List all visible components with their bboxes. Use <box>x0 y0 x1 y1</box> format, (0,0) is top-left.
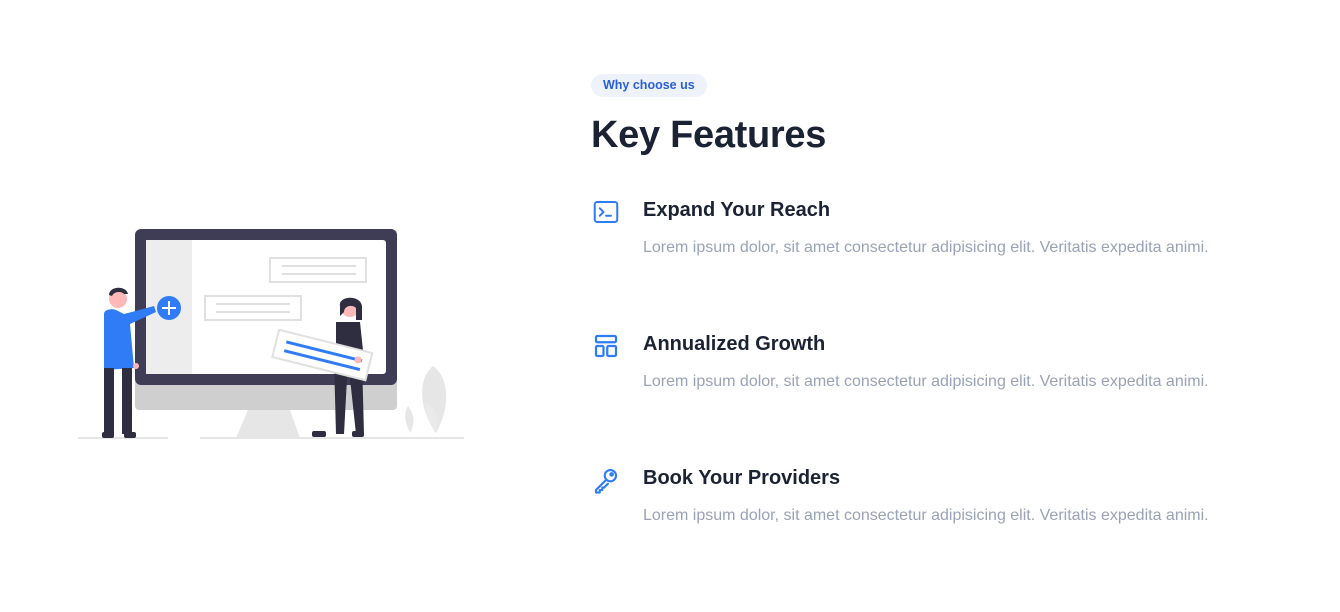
features-content: Why choose us Key Features Expand Your R… <box>591 74 1251 599</box>
feature-title: Annualized Growth <box>643 333 826 355</box>
feature-description: Lorem ipsum dolor, sit amet consectetur … <box>643 507 1209 524</box>
terminal-icon <box>591 197 623 229</box>
key-icon <box>591 465 623 497</box>
feature-item: Annualized Growth Lorem ipsum dolor, sit… <box>591 331 1251 465</box>
eyebrow-badge: Why choose us <box>591 74 707 97</box>
feature-item: Expand Your Reach Lorem ipsum dolor, sit… <box>591 197 1251 331</box>
feature-title: Expand Your Reach <box>643 199 831 221</box>
features-section: Why choose us Key Features Expand Your R… <box>0 0 1340 612</box>
feature-list: Expand Your Reach Lorem ipsum dolor, sit… <box>591 197 1251 599</box>
section-title: Key Features <box>591 114 827 156</box>
feature-title: Book Your Providers <box>643 467 841 489</box>
people-with-monitor-illustration <box>78 229 464 439</box>
feature-description: Lorem ipsum dolor, sit amet consectetur … <box>643 373 1209 390</box>
layout-icon <box>591 331 623 363</box>
feature-item: Book Your Providers Lorem ipsum dolor, s… <box>591 465 1251 599</box>
feature-description: Lorem ipsum dolor, sit amet consectetur … <box>643 239 1209 256</box>
